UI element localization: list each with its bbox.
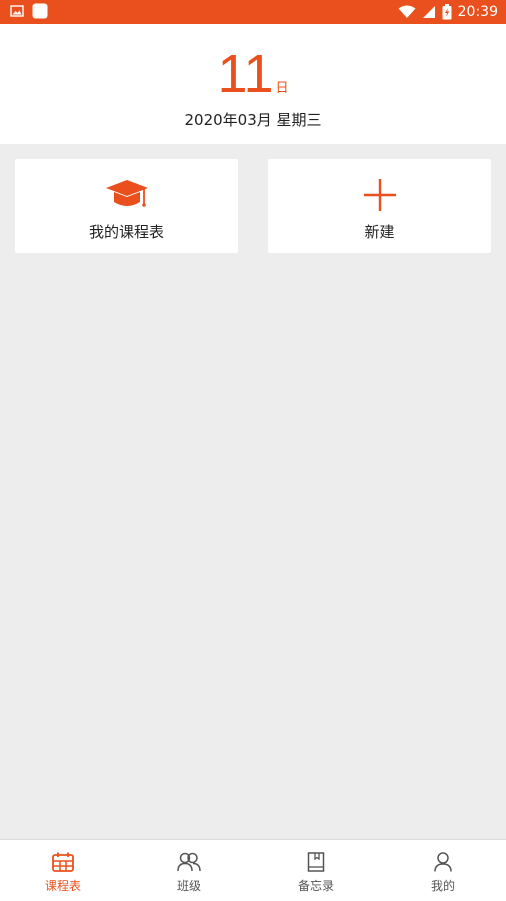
date-line: 2020年03月 星期三 bbox=[184, 111, 322, 129]
bottom-nav: 课程表 班级 备忘录 我的 bbox=[0, 839, 506, 901]
nav-label-memo: 备忘录 bbox=[297, 879, 334, 893]
plus-icon bbox=[363, 179, 396, 211]
new-card[interactable]: 新建 bbox=[268, 159, 491, 253]
person-icon bbox=[434, 852, 452, 872]
graduation-cap-icon bbox=[105, 180, 148, 207]
nav-label-mine: 我的 bbox=[430, 879, 455, 893]
calendar-icon bbox=[52, 852, 74, 872]
nav-label-class: 班级 bbox=[176, 879, 201, 893]
people-icon bbox=[177, 852, 201, 872]
nav-item-class[interactable]: 班级 bbox=[126, 840, 252, 901]
status-bar: 20:39 bbox=[0, 0, 506, 24]
battery-icon bbox=[442, 4, 452, 20]
new-label: 新建 bbox=[364, 223, 395, 241]
my-schedule-label: 我的课程表 bbox=[88, 223, 164, 241]
status-time: 20:39 bbox=[457, 4, 498, 20]
app-notification-icon bbox=[32, 3, 48, 19]
nav-item-schedule[interactable]: 课程表 bbox=[0, 840, 126, 901]
signal-icon bbox=[422, 6, 435, 18]
nav-label-schedule: 课程表 bbox=[44, 879, 81, 893]
status-left-icons bbox=[10, 3, 48, 19]
memo-icon bbox=[307, 852, 325, 872]
nav-item-memo[interactable]: 备忘录 bbox=[253, 840, 379, 901]
wifi-icon bbox=[398, 5, 416, 18]
image-notification-icon bbox=[10, 5, 24, 17]
status-right: 20:39 bbox=[398, 3, 498, 21]
day-unit: 日 bbox=[275, 81, 289, 96]
nav-item-mine[interactable]: 我的 bbox=[380, 840, 506, 901]
date-header: 11 日 2020年03月 星期三 bbox=[0, 24, 506, 144]
my-schedule-card[interactable]: 我的课程表 bbox=[15, 159, 238, 253]
day-display: 11 日 bbox=[0, 46, 506, 102]
day-number: 11 bbox=[217, 44, 274, 104]
